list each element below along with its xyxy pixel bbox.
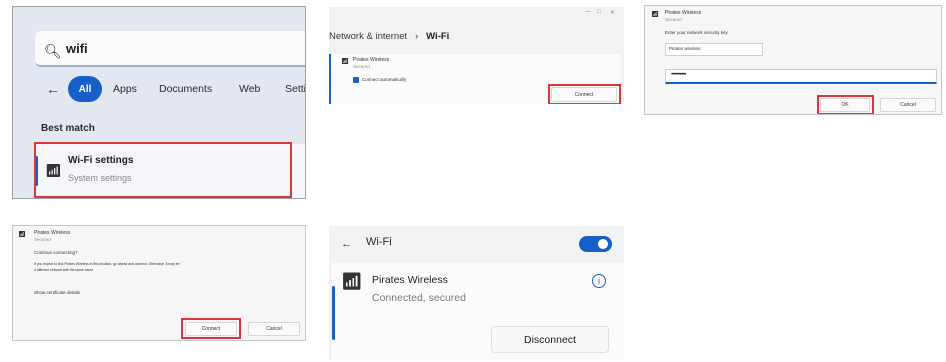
close-icon[interactable]: ✕: [610, 9, 615, 16]
minimize-icon[interactable]: —: [585, 9, 591, 15]
breadcrumb-current: Wi-Fi: [426, 31, 450, 42]
disconnect-button[interactable]: Disconnect: [491, 326, 609, 353]
back-arrow-icon[interactable]: ←: [46, 81, 60, 97]
search-input[interactable]: wifi: [66, 41, 88, 56]
network-name: Pirates Wireless: [372, 274, 448, 286]
wifi-settings-panel: — □ ✕ Network & internet › Wi-Fi 📶︎ Pira…: [329, 7, 624, 104]
cancel-button[interactable]: Cancel: [248, 322, 300, 336]
confirm-connect-dialog: 📶︎ Pirates Wireless Secured Continue con…: [12, 225, 306, 341]
maximize-icon[interactable]: □: [597, 9, 601, 15]
confirm-question: Continue connecting?: [34, 250, 78, 255]
selection-accent: [329, 54, 331, 104]
breadcrumb-separator-icon: ›: [409, 31, 424, 42]
back-arrow-icon[interactable]: ←: [341, 238, 352, 250]
best-match-heading: Best match: [41, 123, 95, 134]
wifi-icon: 📶︎: [18, 232, 26, 238]
network-status: Secured: [34, 237, 51, 242]
password-mask: •••••••••••••: [671, 72, 686, 78]
selection-accent: [332, 286, 335, 340]
password-prompt: Enter your network security key: [665, 30, 728, 35]
connection-status: Connected, secured: [372, 292, 466, 304]
highlight-box: [548, 84, 621, 104]
network-name: Pirates Wireless: [34, 230, 71, 236]
network-key-text: Pirates wireless: [669, 46, 701, 51]
password-input[interactable]: [665, 69, 937, 84]
auto-connect-checkbox[interactable]: [353, 77, 359, 83]
certificate-details-link[interactable]: Show certificate details: [34, 290, 80, 295]
highlight-box: [817, 95, 874, 114]
wifi-icon: 📶︎: [651, 12, 659, 18]
search-panel: 🔍︎ wifi ← All Apps Documents Web Setti B…: [12, 6, 306, 199]
network-name: Pirates Wireless: [353, 57, 390, 63]
filter-apps[interactable]: Apps: [113, 83, 137, 95]
filter-all[interactable]: All: [68, 76, 102, 102]
confirm-message-line1: If you expect to find Pirates Wireless i…: [34, 262, 180, 266]
wifi-secured-icon: 📶︎: [341, 272, 363, 291]
filter-web[interactable]: Web: [239, 83, 260, 95]
wifi-connected-panel: ← Wi-Fi 📶︎ Pirates Wireless Connected, s…: [329, 226, 624, 360]
info-icon[interactable]: i: [592, 274, 606, 288]
cancel-button[interactable]: Cancel: [880, 98, 936, 112]
network-status: Secured: [665, 17, 682, 22]
wifi-icon: 📶︎: [341, 59, 349, 65]
search-icon: 🔍︎: [44, 43, 62, 59]
breadcrumb-parent[interactable]: Network & internet: [329, 31, 407, 42]
password-dialog: 📶︎ Pirates Wireless Secured Enter your n…: [644, 5, 942, 115]
wifi-toggle-knob: [598, 239, 608, 249]
network-status: Secured: [353, 64, 370, 69]
auto-connect-label: Connect automatically: [362, 77, 407, 82]
highlight-box: [34, 142, 292, 198]
breadcrumb: Network & internet › Wi-Fi: [329, 31, 449, 42]
network-name: Pirates Wireless: [665, 10, 702, 16]
confirm-message-line2: a different network with the same name.: [34, 268, 95, 272]
highlight-box: [181, 318, 241, 339]
filter-documents[interactable]: Documents: [159, 83, 212, 95]
page-title: Wi-Fi: [366, 236, 392, 248]
filter-settings[interactable]: Setti: [285, 83, 305, 95]
